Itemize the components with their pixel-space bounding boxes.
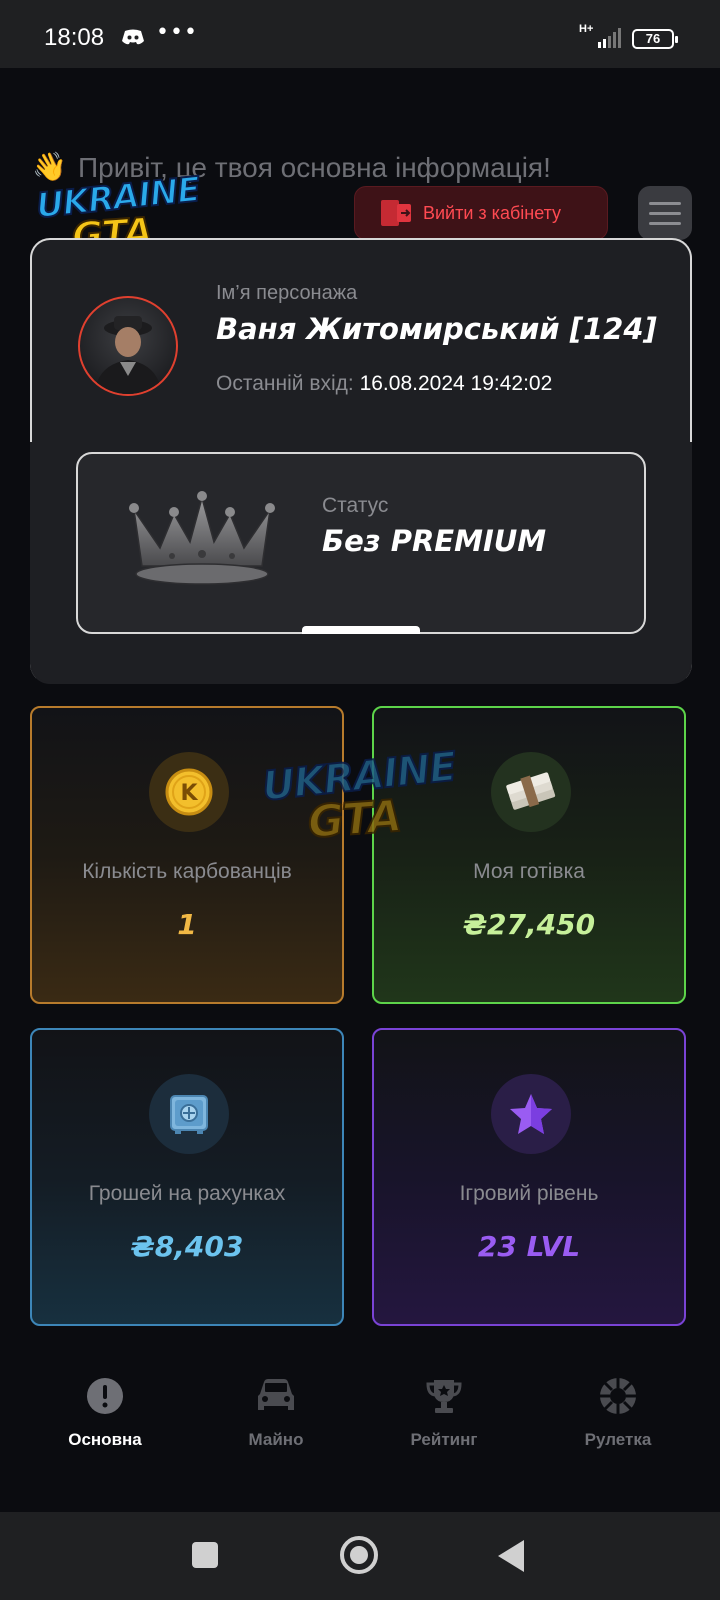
battery-level: 76 [645, 31, 661, 46]
star-icon [491, 1074, 571, 1154]
karbovanets-value: 1 [177, 908, 197, 941]
signal-icon [598, 28, 624, 52]
cash-value: ₴27,450 [462, 908, 596, 941]
nav-label-property: Майно [248, 1430, 304, 1449]
character-name-label: Ім’я персонажа [216, 282, 358, 304]
status-value: Без PREMIUM [322, 524, 547, 558]
more-notifications-icon: ••• [156, 20, 198, 45]
last-login: Останній вхід: 16.08.2024 19:42:02 [216, 372, 552, 396]
level-label: Ігровий рівень [459, 1182, 599, 1205]
nav-item-main[interactable]: Основна [40, 1374, 170, 1450]
character-name: Ваня Житомирський [124] [216, 312, 657, 346]
trophy-icon [422, 1374, 466, 1418]
premium-status-box: Статус Без PREMIUM [76, 452, 646, 634]
karbovanets-label: Кількість карбованців [82, 860, 292, 883]
crown-icon [129, 491, 275, 585]
character-avatar [78, 296, 178, 396]
ukraine-gta-watermark: UKRAINE GTA [259, 743, 462, 852]
menu-line-icon [649, 211, 681, 215]
safe-icon [149, 1074, 229, 1154]
level-value: 23 LVL [477, 1230, 581, 1263]
home-button[interactable] [340, 1536, 378, 1574]
status-label: Статус [322, 494, 389, 517]
nav-item-roulette[interactable]: Рулетка [553, 1374, 683, 1450]
bottom-navigation: Основна Майно Рейтинг Рулетка [0, 1336, 720, 1476]
exit-door-icon [379, 198, 413, 228]
nav-item-rating[interactable]: Рейтинг [379, 1374, 509, 1450]
karbovanets-coin-icon: K [149, 752, 229, 832]
network-type-indicator: H+ [579, 23, 594, 35]
status-bar: 18:08 ••• H+ 76 [0, 0, 720, 68]
profile-card: Ім’я персонажа Ваня Житомирський [124] О… [30, 238, 692, 684]
system-navigation-bar [0, 1512, 720, 1600]
info-icon [83, 1374, 127, 1418]
menu-line-icon [649, 201, 681, 205]
game-level-card[interactable]: Ігровий рівень 23 LVL [372, 1028, 686, 1326]
logout-button[interactable]: Вийти з кабінету [354, 186, 608, 240]
roulette-icon [596, 1374, 640, 1418]
cash-stack-icon [491, 752, 571, 832]
cash-label: Моя готівка [473, 860, 585, 883]
watermark-word-gta: GTA [305, 790, 403, 849]
svg-text:K: K [180, 781, 198, 806]
last-login-value: 16.08.2024 19:42:02 [359, 372, 553, 395]
nav-label-roulette: Рулетка [584, 1430, 652, 1449]
discord-icon [122, 29, 144, 49]
karbovanets-card[interactable]: K Кількість карбованців 1 [30, 706, 344, 1004]
logout-label: Вийти з кабінету [423, 202, 562, 223]
bank-accounts-card[interactable]: Грошей на рахунках ₴8,403 [30, 1028, 344, 1326]
last-login-label: Останній вхід: [216, 372, 354, 395]
battery-icon: 76 [632, 29, 678, 49]
status-tab-indicator [302, 626, 420, 634]
nav-label-rating: Рейтинг [410, 1430, 478, 1449]
nav-label-main: Основна [68, 1430, 142, 1449]
hamburger-menu-button[interactable] [638, 186, 692, 240]
car-icon [254, 1374, 298, 1418]
bank-label: Грошей на рахунках [88, 1182, 286, 1205]
clock: 18:08 [44, 24, 105, 51]
bank-value: ₴8,403 [130, 1230, 244, 1263]
recent-apps-button[interactable] [192, 1542, 218, 1568]
menu-line-icon [649, 221, 681, 225]
nav-item-property[interactable]: Майно [211, 1374, 341, 1450]
back-button[interactable] [498, 1540, 524, 1572]
